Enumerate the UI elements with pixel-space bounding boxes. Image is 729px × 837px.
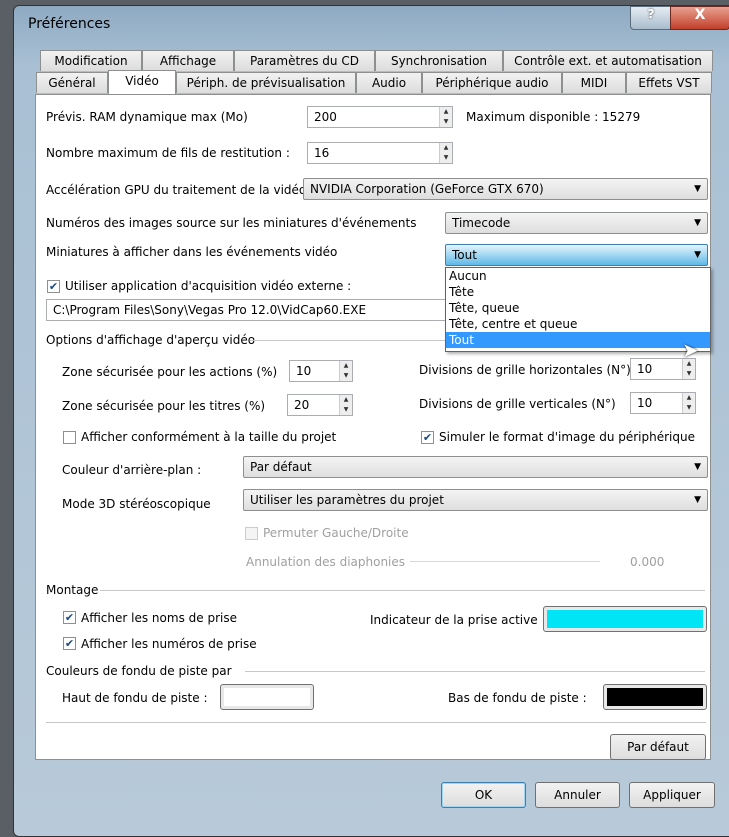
take-numbers-label: Afficher les numéros de prise [81,637,257,651]
action-safe-spinner[interactable]: 10 ▲ ▼ [289,360,353,382]
option-tete[interactable]: Tête [446,284,710,300]
crosstalk-slider[interactable] [410,561,600,562]
action-safe-label: Zone sécurisée pour les actions (%) [62,365,278,379]
stereo-value: Utiliser les paramètres du projet [250,493,444,507]
numbers-value: Timecode [452,216,511,230]
window-title: Préférences [28,16,111,32]
option-tete-queue[interactable]: Tête, queue [446,300,710,316]
tab-synchronisation[interactable]: Synchronisation [375,50,503,71]
crosstalk-label: Annulation des diaphonies [246,555,406,569]
hgrid-label: Divisions de grille horizontales (N°) [419,363,631,377]
tab-video[interactable]: Vidéo [108,70,176,94]
capture-label: Utiliser application d'acquisition vidéo… [65,279,352,293]
ok-button[interactable]: OK [441,782,526,808]
fade-bottom-color-swatch [607,688,703,706]
hgrid-value: 10 [637,362,653,376]
title-safe-spinner[interactable]: 20 ▲ ▼ [287,394,353,416]
tab-peripherique-audio[interactable]: Périphérique audio [422,72,562,93]
spin-arrows-icon[interactable]: ▲ ▼ [682,359,695,379]
gpu-value: NVIDIA Corporation (GeForce GTX 670) [310,182,544,196]
apply-button[interactable]: Appliquer [629,782,715,808]
active-take-color-button[interactable] [543,606,707,632]
bg-dropdown[interactable]: Par défaut ▼ [243,456,708,478]
gpu-dropdown[interactable]: NVIDIA Corporation (GeForce GTX 670) ▼ [303,178,708,200]
tab-general[interactable]: Général [36,72,108,93]
take-names-checkbox[interactable]: ✔ [63,611,76,624]
chevron-down-icon: ▼ [694,218,701,228]
threads-value: 16 [314,146,330,160]
title-safe-value: 20 [294,398,310,412]
capture-path-value: C:\Program Files\Sony\Vegas Pro 12.0\Vid… [53,303,367,317]
project-size-label: Afficher conformément à la taille du pro… [81,430,337,444]
stereo-label: Mode 3D stéréoscopique [62,497,211,511]
thumbs-dropdown[interactable]: Tout ▼ [445,244,708,266]
crosstalk-value: 0.000 [630,555,665,569]
take-numbers-checkbox[interactable]: ✔ [63,637,76,650]
active-take-label: Indicateur de la prise active [370,613,538,627]
preview-section-title: Options d'affichage d'aperçu vidéo [46,333,256,347]
ram-spinner[interactable]: 200 ▲ ▼ [307,106,453,128]
capture-checkbox[interactable]: ✔ [47,280,60,293]
ram-max-label: Maximum disponible : 15279 [466,110,641,124]
vgrid-value: 10 [637,396,653,410]
active-take-color-swatch [547,610,703,628]
ram-label: Prévis. RAM dynamique max (Mo) [46,110,248,124]
chevron-down-icon: ▼ [694,495,701,505]
tab-audio[interactable]: Audio [356,72,422,93]
fade-bottom-label: Bas de fondu de piste : [448,691,587,705]
vgrid-spinner[interactable]: 10 ▲ ▼ [630,392,696,414]
tab-cd[interactable]: Paramètres du CD [234,50,375,71]
chevron-down-icon: ▼ [694,250,701,260]
default-button[interactable]: Par défaut [610,734,706,760]
tab-modification[interactable]: Modification [40,50,142,71]
capture-path-input[interactable]: C:\Program Files\Sony\Vegas Pro 12.0\Vid… [46,299,446,321]
thumbs-label: Miniatures à afficher dans les événement… [46,245,338,259]
spin-arrows-icon[interactable]: ▲ ▼ [439,107,452,127]
gpu-label: Accélération GPU du traitement de la vid… [46,183,307,197]
help-button[interactable]: ? [630,6,672,30]
threads-label: Nombre maximum de fils de restitution : [46,146,290,160]
chevron-down-icon: ▼ [694,184,701,194]
title-safe-label: Zone sécurisée pour les titres (%) [62,399,266,413]
threads-spinner[interactable]: 16 ▲ ▼ [307,142,453,164]
tab-effets-vst[interactable]: Effets VST [626,72,712,93]
numbers-dropdown[interactable]: Timecode ▼ [445,212,708,234]
project-size-checkbox[interactable] [63,431,76,444]
option-tout[interactable]: Tout [446,332,710,348]
vgrid-label: Divisions de grille verticales (N°) [419,397,616,411]
spin-arrows-icon[interactable]: ▲ ▼ [439,143,452,163]
spin-arrows-icon[interactable]: ▲ ▼ [339,361,352,381]
fade-top-label: Haut de fondu de piste : [62,691,208,705]
fade-top-color-swatch [224,688,310,706]
fade-bottom-color-button[interactable] [603,684,707,710]
thumbs-dropdown-list: Aucun Tête Tête, queue Tête, centre et q… [445,267,711,352]
numbers-label: Numéros des images source sur les miniat… [46,216,417,230]
simulate-label: Simuler le format d'image du périphériqu… [439,430,695,444]
action-safe-value: 10 [296,364,312,378]
stereo-dropdown[interactable]: Utiliser les paramètres du projet ▼ [243,489,708,511]
spin-arrows-icon[interactable]: ▲ ▼ [339,395,352,415]
take-names-label: Afficher les noms de prise [81,611,237,625]
fade-section-title: Couleurs de fondu de piste par [46,664,232,678]
option-tete-centre-queue[interactable]: Tête, centre et queue [446,316,710,332]
tab-affichage[interactable]: Affichage [142,50,234,71]
simulate-checkbox[interactable]: ✔ [421,431,434,444]
mouse-cursor-icon: ➤ [682,338,699,362]
option-aucun[interactable]: Aucun [446,268,710,284]
tab-controle-ext[interactable]: Contrôle ext. et automatisation [503,50,713,71]
tab-midi[interactable]: MIDI [562,72,626,93]
chevron-down-icon: ▼ [694,462,701,472]
montage-section-title: Montage [46,583,99,597]
spin-arrows-icon[interactable]: ▲ ▼ [682,393,695,413]
tab-periph-previsualisation[interactable]: Périph. de prévisualisation [176,72,356,93]
bg-label: Couleur d'arrière-plan : [62,463,202,477]
cancel-button[interactable]: Annuler [535,782,620,808]
swap-checkbox[interactable] [245,527,258,540]
fade-top-color-button[interactable] [220,684,314,710]
swap-label: Permuter Gauche/Droite [263,526,409,540]
thumbs-value: Tout [452,248,477,262]
close-button[interactable]: X [670,6,729,30]
bg-value: Par défaut [250,460,312,474]
ram-value: 200 [314,110,337,124]
